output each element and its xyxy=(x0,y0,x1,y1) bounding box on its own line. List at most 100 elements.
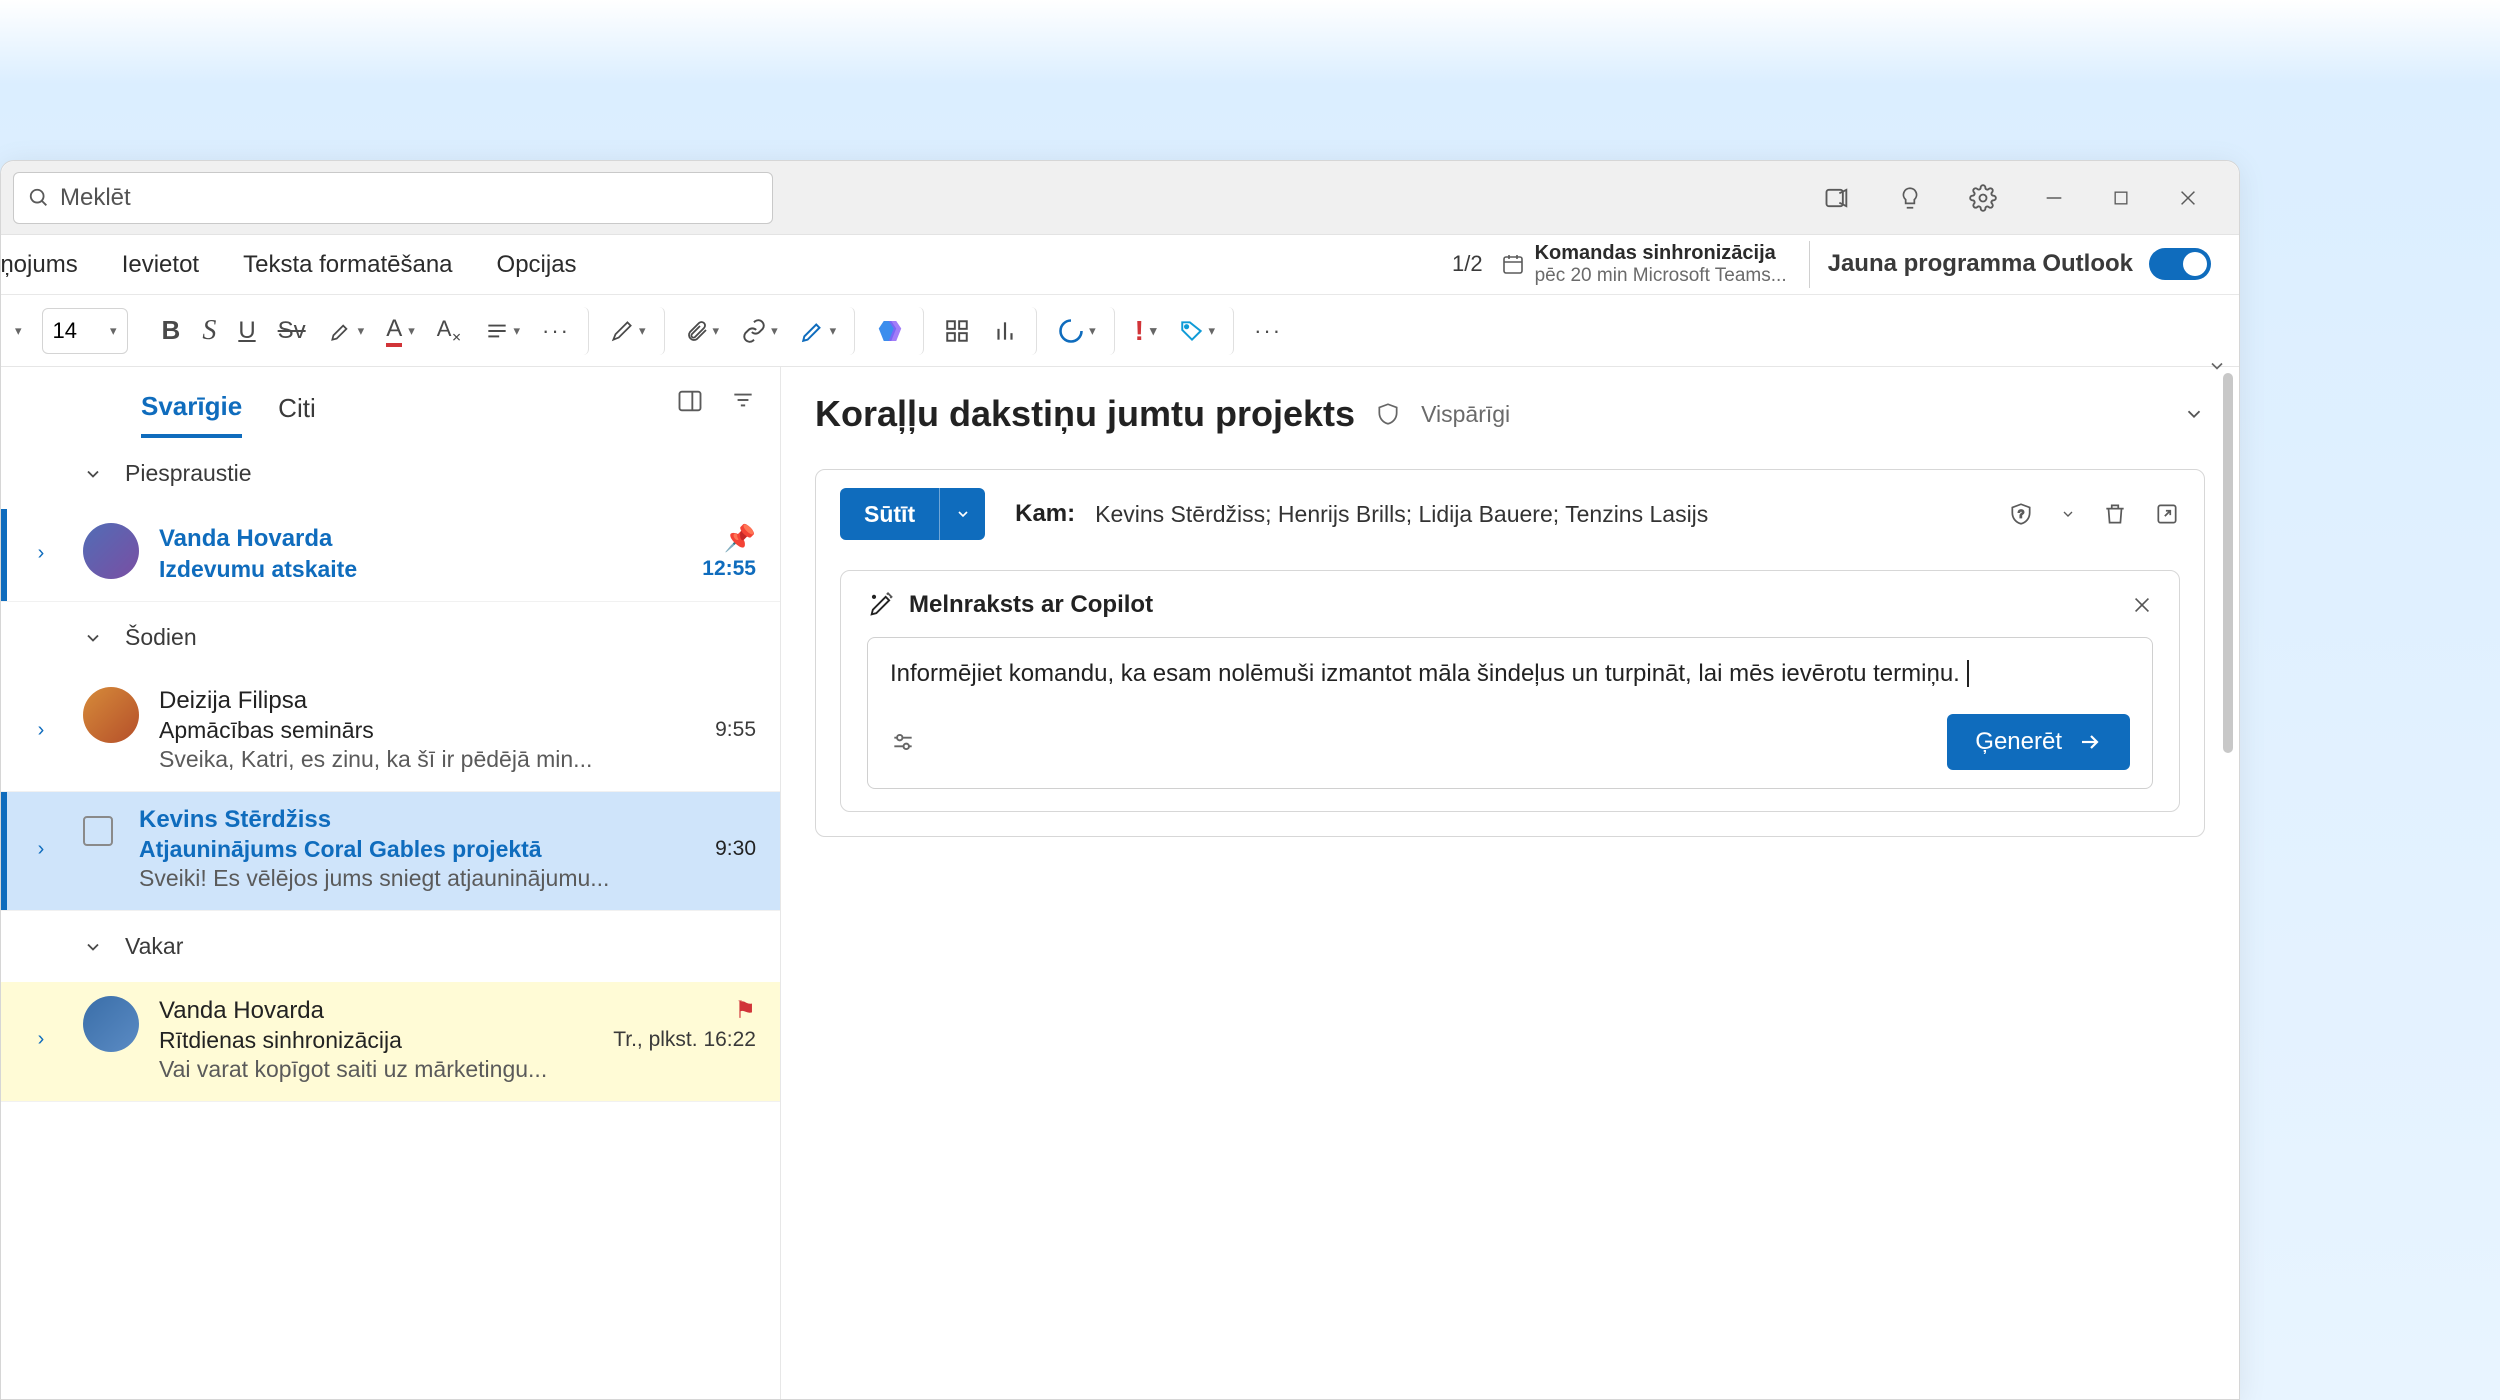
apps-button[interactable] xyxy=(936,307,978,355)
to-recipients[interactable]: Kevins Stērdžiss; Henrijs Brills; Lidija… xyxy=(1095,501,1708,528)
font-size-value: 14 xyxy=(53,318,77,344)
strikethrough-button[interactable]: Sv xyxy=(270,307,314,355)
search-icon xyxy=(28,187,50,209)
signature-button[interactable]: ▾ xyxy=(792,307,856,355)
tab-message[interactable]: iņojums xyxy=(0,251,100,279)
copilot-draft-icon xyxy=(867,591,895,619)
toggle-on-icon[interactable] xyxy=(2149,248,2211,280)
main-area: Svarīgie Citi Piespraustie › Vanda Hovar… xyxy=(1,367,2239,1399)
chevron-down-icon xyxy=(83,464,103,484)
link-button[interactable]: ▾ xyxy=(733,307,786,355)
calendar-icon xyxy=(1501,252,1525,276)
avatar xyxy=(83,996,139,1052)
sensitivity-icon[interactable]: ? xyxy=(2008,501,2034,527)
message-item[interactable]: › Vanda Hovarda 📌 Izdevumu atskaite 12:5… xyxy=(1,509,780,602)
compose-card: Sūtīt Kam: Kevins Stērdžiss; Henrijs Bri… xyxy=(815,469,2205,837)
tab-insert[interactable]: Ievietot xyxy=(100,251,221,279)
expand-thread-icon[interactable]: › xyxy=(19,996,63,1083)
loop-button[interactable]: ▾ xyxy=(1049,307,1115,355)
tab-options[interactable]: Opcijas xyxy=(475,251,599,279)
avatar xyxy=(83,687,139,743)
paragraph-button[interactable]: ▾ xyxy=(476,307,529,355)
select-checkbox[interactable] xyxy=(83,816,113,846)
font-color-button[interactable]: A▾ xyxy=(378,307,423,355)
to-label: Kam: xyxy=(1015,500,1075,528)
underline-button[interactable]: U xyxy=(230,307,263,355)
message-item-selected[interactable]: › Kevins Stērdžiss Atjauninājums Coral G… xyxy=(1,792,780,911)
generate-button[interactable]: Ģenerēt xyxy=(1947,714,2130,770)
new-outlook-toggle[interactable]: Jauna programma Outlook xyxy=(1828,248,2211,280)
section-today[interactable]: Šodien xyxy=(1,602,780,673)
upcoming-meeting[interactable]: Komandas sinhronizācija pēc 20 min Micro… xyxy=(1501,241,1810,288)
generate-label: Ģenerēt xyxy=(1975,728,2062,756)
message-time: Tr., plkst. 16:22 xyxy=(613,1028,756,1052)
expand-thread-icon[interactable]: › xyxy=(19,523,63,583)
expand-thread-icon[interactable]: › xyxy=(19,687,63,773)
titlebar: Meklēt xyxy=(1,161,2239,235)
font-size-input[interactable]: 14▾ xyxy=(42,308,128,354)
panel-layout-icon[interactable] xyxy=(676,387,704,415)
message-preview: Vai varat kopīgot saiti uz mārketingu... xyxy=(159,1056,756,1083)
send-options-button[interactable] xyxy=(939,488,985,540)
popout-button[interactable] xyxy=(2154,501,2180,527)
font-dropdown[interactable]: ▾ xyxy=(7,307,30,355)
scrollbar[interactable] xyxy=(2223,373,2233,753)
app-window: Meklēt iņojums Ievietot Teksta formatēša… xyxy=(0,160,2240,1400)
copilot-prompt-input[interactable]: Informējiet komandu, ka esam nolēmuši iz… xyxy=(867,637,2153,789)
chevron-down-icon[interactable] xyxy=(2060,506,2076,522)
message-subject: Rītdienas sinhronizācija xyxy=(159,1027,402,1054)
copilot-button[interactable] xyxy=(867,307,924,355)
search-input[interactable]: Meklēt xyxy=(13,172,773,224)
message-time: 9:30 xyxy=(715,837,756,861)
copilot-options-button[interactable] xyxy=(890,729,916,755)
importance-button[interactable]: !▾ xyxy=(1127,307,1165,355)
meet-now-icon[interactable] xyxy=(1823,184,1851,212)
message-subject: Apmācības seminārs xyxy=(159,717,374,744)
sender-name: Kevins Stērdžiss xyxy=(139,806,331,834)
pin-icon[interactable]: 📌 xyxy=(724,523,756,554)
italic-button[interactable]: S xyxy=(194,307,224,355)
arrow-right-icon xyxy=(2078,730,2102,754)
shield-icon xyxy=(1375,401,1401,427)
settings-icon[interactable] xyxy=(1969,184,1997,212)
tag-button[interactable]: ▾ xyxy=(1171,307,1235,355)
more-format-button[interactable]: ··· xyxy=(534,307,589,355)
tab-focused[interactable]: Svarīgie xyxy=(141,391,242,438)
sender-name: Vanda Hovarda xyxy=(159,997,324,1025)
delete-draft-button[interactable] xyxy=(2102,501,2128,527)
inbox-tabs: Svarīgie Citi xyxy=(1,381,780,438)
bold-button[interactable]: B xyxy=(154,307,189,355)
filter-icon[interactable] xyxy=(730,387,756,415)
new-outlook-label: Jauna programma Outlook xyxy=(1828,250,2133,278)
send-split-button[interactable]: Sūtīt xyxy=(840,488,985,540)
sensitivity-label: Vispārīgi xyxy=(1421,401,1510,428)
more-tools-button[interactable]: ··· xyxy=(1246,307,1290,355)
attach-button[interactable]: ▾ xyxy=(677,307,728,355)
close-button[interactable] xyxy=(2177,187,2199,209)
thread-subject: Koraļļu dakstiņu jumtu projekts xyxy=(815,393,1355,435)
collapse-thread-button[interactable] xyxy=(2183,403,2205,425)
sender-name: Deizija Filipsa xyxy=(159,687,307,715)
message-item[interactable]: › Vanda Hovarda ⚑ Rītdienas sinhronizāci… xyxy=(1,982,780,1102)
section-pinned[interactable]: Piespraustie xyxy=(1,438,780,509)
message-list-pane: Svarīgie Citi Piespraustie › Vanda Hovar… xyxy=(1,367,781,1399)
message-preview: Sveika, Katri, es zinu, ka šī ir pēdējā … xyxy=(159,746,756,773)
send-button[interactable]: Sūtīt xyxy=(840,488,939,540)
tab-format-text[interactable]: Teksta formatēšana xyxy=(221,251,474,279)
tab-other[interactable]: Citi xyxy=(278,393,316,436)
message-item[interactable]: › Deizija Filipsa Apmācības seminārs 9:5… xyxy=(1,673,780,792)
meeting-subtitle: pēc 20 min Microsoft Teams... xyxy=(1535,265,1787,288)
styles-button[interactable]: ▾ xyxy=(601,307,665,355)
poll-button[interactable] xyxy=(984,307,1037,355)
close-copilot-button[interactable] xyxy=(2131,594,2153,616)
section-yesterday[interactable]: Vakar xyxy=(1,911,780,982)
chevron-down-icon xyxy=(83,628,103,648)
expand-thread-icon[interactable]: › xyxy=(19,806,63,892)
minimize-button[interactable] xyxy=(2043,187,2065,209)
flag-icon[interactable]: ⚑ xyxy=(734,996,756,1025)
sender-name: Vanda Hovarda xyxy=(159,525,332,553)
clear-format-button[interactable]: A✕ xyxy=(429,307,470,355)
lightbulb-icon[interactable] xyxy=(1897,185,1923,211)
maximize-button[interactable] xyxy=(2111,188,2131,208)
highlight-button[interactable]: ▾ xyxy=(320,307,373,355)
